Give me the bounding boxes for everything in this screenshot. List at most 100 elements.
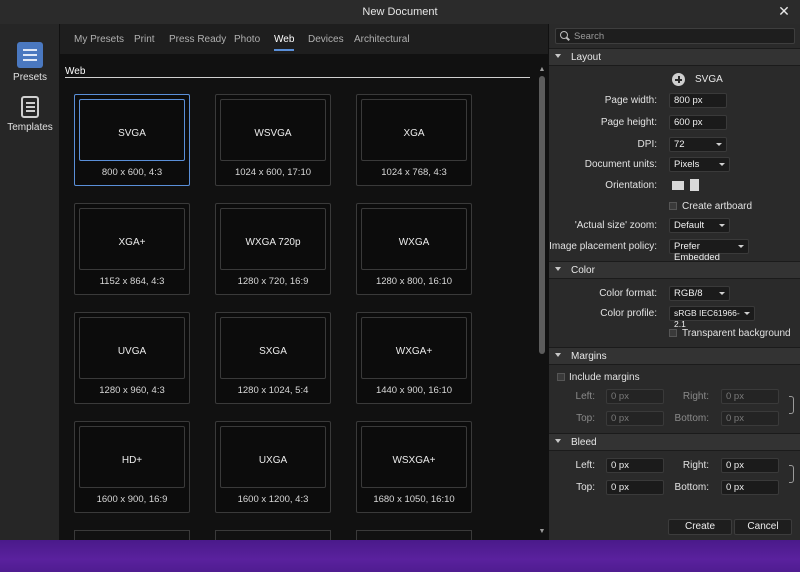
actual-size-zoom-dropdown[interactable]: Default [669, 218, 730, 233]
sidebar-item-label: Templates [7, 122, 53, 133]
preset-card[interactable]: SVGA 800 x 600, 4:3 [74, 94, 190, 186]
chevron-down-icon [716, 143, 722, 146]
preset-dimensions: 1152 x 864, 4:3 [99, 276, 165, 287]
cancel-button[interactable]: Cancel [734, 519, 792, 535]
preset-card-partial[interactable] [356, 530, 472, 540]
preset-dimensions: 1024 x 600, 17:10 [234, 167, 312, 178]
scroll-down-icon[interactable]: ▼ [538, 528, 546, 536]
preset-name: WXGA+ [395, 346, 433, 357]
transparent-background-checkbox[interactable] [669, 329, 677, 337]
preset-name: WSVGA [254, 128, 292, 139]
scroll-thumb[interactable] [539, 76, 545, 354]
layout-section-header[interactable]: Layout [549, 48, 800, 66]
margin-left-label: Left: [575, 391, 595, 402]
color-section-header[interactable]: Color [549, 261, 800, 279]
preset-card[interactable]: WSXGA+ 1680 x 1050, 16:10 [356, 421, 472, 513]
tab-web[interactable]: Web [274, 34, 295, 51]
margin-bottom-field[interactable]: 0 px [721, 411, 779, 426]
preset-card[interactable]: WXGA+ 1440 x 900, 16:10 [356, 312, 472, 404]
preset-card-partial[interactable] [215, 530, 331, 540]
image-placement-dropdown[interactable]: Prefer Embedded [669, 239, 749, 263]
bleed-section-header[interactable]: Bleed [549, 433, 800, 451]
tab-press-ready[interactable]: Press Ready [169, 34, 226, 45]
include-margins-checkbox[interactable] [557, 373, 565, 381]
chevron-down-icon [744, 312, 750, 315]
preset-card[interactable]: XGA 1024 x 768, 4:3 [356, 94, 472, 186]
preset-card[interactable]: WSVGA 1024 x 600, 17:10 [215, 94, 331, 186]
preset-card[interactable]: UXGA 1600 x 1200, 4:3 [215, 421, 331, 513]
preset-dimensions: 1280 x 1024, 5:4 [237, 385, 309, 396]
templates-icon [21, 96, 39, 118]
link-margins-icon[interactable] [789, 396, 794, 414]
tab-architectural[interactable]: Architectural [354, 34, 410, 45]
presets-icon [17, 42, 43, 68]
create-artboard-checkbox[interactable] [669, 202, 677, 210]
preset-name: SXGA [259, 346, 287, 357]
tab-my-presets[interactable]: My Presets [74, 34, 124, 45]
preset-thumbnail: WSVGA [220, 99, 326, 161]
document-units-dropdown[interactable]: Pixels [669, 157, 730, 172]
margins-section-header[interactable]: Margins [549, 347, 800, 365]
close-icon[interactable]: ✕ [776, 3, 792, 19]
preset-card[interactable]: WXGA 1280 x 800, 16:10 [356, 203, 472, 295]
preset-thumbnail: WXGA 720p [220, 208, 326, 270]
color-format-dropdown[interactable]: RGB/8 [669, 286, 730, 301]
search-icon [559, 30, 569, 40]
bleed-bottom-field[interactable]: 0 px [721, 480, 779, 495]
bleed-right-label: Right: [682, 460, 709, 471]
portrait-orientation-icon[interactable] [690, 179, 699, 191]
category-tabs: My Presets Print Press Ready Photo Web D… [60, 24, 548, 54]
actual-size-zoom-label: 'Actual size' zoom: [574, 220, 657, 231]
preset-name: WSXGA+ [392, 455, 436, 466]
margin-top-label: Top: [576, 413, 595, 424]
chevron-down-icon [719, 163, 725, 166]
dpi-label: DPI: [637, 139, 657, 150]
landscape-orientation-icon[interactable] [672, 181, 684, 190]
current-preset-name: SVGA [695, 74, 723, 85]
collapse-triangle-icon [555, 353, 561, 357]
link-bleed-icon[interactable] [789, 465, 794, 483]
tab-devices[interactable]: Devices [308, 34, 344, 45]
margin-right-field[interactable]: 0 px [721, 389, 779, 404]
preset-thumbnail: WXGA+ [361, 317, 467, 379]
preset-dimensions: 1600 x 900, 16:9 [96, 494, 168, 505]
preset-thumbnail: UXGA [220, 426, 326, 488]
preset-card-partial[interactable] [74, 530, 190, 540]
bleed-bottom-label: Bottom: [674, 482, 709, 493]
preset-name: UXGA [258, 455, 288, 466]
preset-card[interactable]: SXGA 1280 x 1024, 5:4 [215, 312, 331, 404]
preset-card[interactable]: HD+ 1600 x 900, 16:9 [74, 421, 190, 513]
bleed-right-field[interactable]: 0 px [721, 458, 779, 473]
sidebar-item-presets[interactable]: Presets [0, 42, 60, 83]
section-divider [65, 77, 530, 78]
page-height-field[interactable]: 600 px [669, 115, 727, 130]
preset-thumbnail: XGA+ [79, 208, 185, 270]
preset-thumbnail: WXGA [361, 208, 467, 270]
preset-name: XGA [403, 128, 425, 139]
preset-thumbnail: HD+ [79, 426, 185, 488]
color-profile-dropdown[interactable]: sRGB IEC61966-2.1 [669, 306, 755, 329]
dpi-dropdown[interactable]: 72 [669, 137, 727, 152]
preset-name: HD+ [121, 455, 143, 466]
scroll-up-icon[interactable]: ▲ [538, 66, 546, 74]
preset-name: WXGA 720p [245, 237, 301, 248]
create-button[interactable]: Create [668, 519, 732, 535]
preset-card[interactable]: WXGA 720p 1280 x 720, 16:9 [215, 203, 331, 295]
tab-print[interactable]: Print [134, 34, 155, 45]
preset-name: WXGA [398, 237, 430, 248]
preset-dimensions: 1280 x 960, 4:3 [99, 385, 165, 396]
preset-dimensions: 800 x 600, 4:3 [101, 167, 163, 178]
section-title: Web [65, 66, 86, 77]
preset-dimensions: 1024 x 768, 4:3 [381, 167, 447, 178]
add-preset-icon[interactable] [672, 73, 685, 86]
tab-photo[interactable]: Photo [234, 34, 260, 45]
sidebar-item-templates[interactable]: Templates [0, 96, 60, 133]
preset-card[interactable]: UVGA 1280 x 960, 4:3 [74, 312, 190, 404]
title-bar: New Document ✕ [0, 0, 800, 24]
page-width-field[interactable]: 800 px [669, 93, 727, 108]
include-margins-label: Include margins [569, 372, 640, 383]
bleed-left-label: Left: [575, 460, 595, 471]
search-input[interactable]: Search [555, 28, 795, 44]
preset-card[interactable]: XGA+ 1152 x 864, 4:3 [74, 203, 190, 295]
preset-name: SVGA [118, 128, 146, 139]
